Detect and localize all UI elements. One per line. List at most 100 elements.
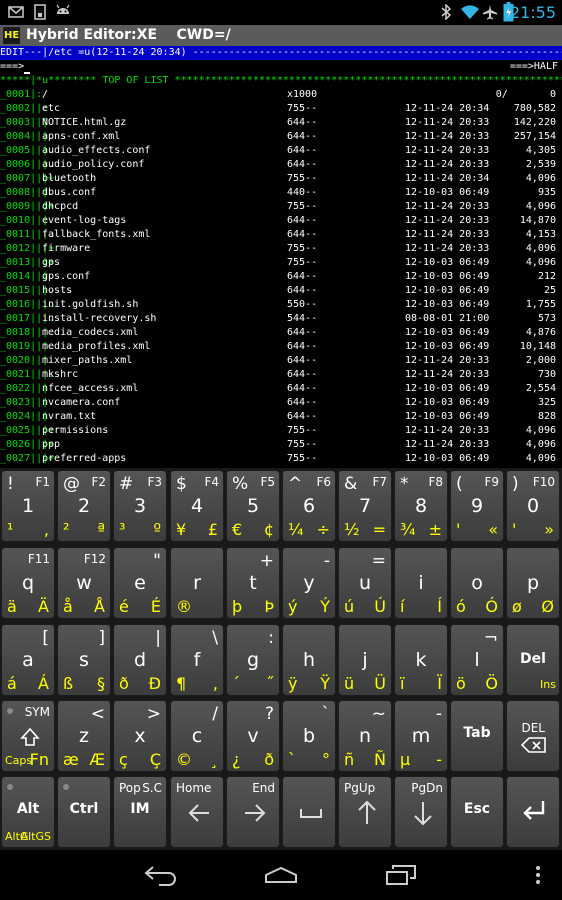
key-6[interactable]: ^ F6 6 ¼ ÷ xyxy=(282,470,336,542)
file-row[interactable]: _0006|||. audio_policy.conf 644-- 12-11-24… xyxy=(0,158,562,172)
key-m[interactable]: -mµ - xyxy=(394,700,448,772)
space-key[interactable] xyxy=(282,776,336,848)
alt-key[interactable]: Alt AltG AltGS xyxy=(1,776,55,848)
enter-key[interactable] xyxy=(506,776,560,848)
key-7[interactable]: & F7 7 ½ = xyxy=(338,470,392,542)
file-row[interactable]: _0012|||+ firmware 755-- 12-11-24 20:33 4,0… xyxy=(0,242,562,256)
file-row[interactable]: _0023|||. nvcamera.conf 644-- 12-10-03 06:… xyxy=(0,396,562,410)
right-arrow-key[interactable]: End xyxy=(226,776,280,848)
esc-key[interactable]: Esc xyxy=(450,776,504,848)
key-i[interactable]: ií Í xyxy=(394,547,448,619)
file-date: 12-10-03 06:49 xyxy=(405,271,490,282)
file-row[interactable]: _0022|||. nfcee_access.xml 644-- 12-10-03 … xyxy=(0,382,562,396)
down-arrow-key[interactable]: PgDn xyxy=(394,776,448,848)
file-row[interactable]: _0016|||. init.goldfish.sh 550-- 12-10-03 … xyxy=(0,298,562,312)
file-row[interactable]: _0026|||+ ppp 755-- 12-11-24 20:33 4,096 xyxy=(0,438,562,452)
file-name: hosts xyxy=(36,285,73,296)
file-row[interactable]: _0018|||. media_codecs.xml 644-- 12-10-03 … xyxy=(0,326,562,340)
file-row[interactable]: _0002||: etc 755-- 12-11-24 20:34 780,582 xyxy=(0,102,562,116)
left-arrow-key[interactable]: Home xyxy=(170,776,224,848)
file-row[interactable]: _0010|||. event-log-tags 644-- 12-11-24 20… xyxy=(0,214,562,228)
key-main-label: 5 xyxy=(246,495,260,517)
key-f[interactable]: \ f ¶, xyxy=(170,624,224,696)
file-row[interactable]: _0017|||. install-recovery.sh 544-- 08-08-… xyxy=(0,312,562,326)
key-9[interactable]: (F9 9 ' « xyxy=(450,470,504,542)
file-row[interactable]: _0020|||. mixer_paths.xml 644-- 12-11-24 2… xyxy=(0,354,562,368)
key-l[interactable]: ¬ l ö Ö xyxy=(450,624,504,696)
key-s[interactable]: ] s ß § xyxy=(57,624,111,696)
key-main-label: v xyxy=(247,725,259,747)
file-row[interactable]: _0004|||. apns-conf.xml 644-- 12-11-24 20:… xyxy=(0,130,562,144)
file-row[interactable]: _0019|||. media_profiles.xml 644-- 12-10-0… xyxy=(0,340,562,354)
im-key[interactable]: Pop S.C IM xyxy=(113,776,167,848)
scroll-amount[interactable]: ===>HALF xyxy=(510,60,558,74)
key-5[interactable]: % F5 5 € ¢ xyxy=(226,470,280,542)
file-row[interactable]: _0014|||. gps.conf 644-- 12-10-03 06:49 212 xyxy=(0,270,562,284)
file-row[interactable]: _0025|||+ permissions 755-- 12-11-24 20:33… xyxy=(0,424,562,438)
key-altshift-label: Æ xyxy=(89,750,105,769)
key-e[interactable]: " e é É xyxy=(113,547,167,619)
file-row[interactable]: _0021|||. mkshrc 644-- 12-11-24 20:33 730 xyxy=(0,368,562,382)
file-row[interactable]: _0015|||. hosts 644-- 12-10-03 06:49 25 xyxy=(0,284,562,298)
key-x[interactable]: > x ç Ç xyxy=(113,700,167,772)
file-row[interactable]: _0011|||. fallback_fonts.xml 644-- 12-11-2… xyxy=(0,228,562,242)
key-q[interactable]: F11 q ä Ä xyxy=(1,547,55,619)
key-1[interactable]: ! F1 1 ¹, xyxy=(1,470,55,542)
key-o[interactable]: oóÓ xyxy=(450,547,504,619)
file-date: 12-10-03 06:49 xyxy=(405,299,490,310)
key-8[interactable]: * F8 8 ¾ ± xyxy=(394,470,448,542)
key-t[interactable]: + t þ Þ xyxy=(226,547,280,619)
file-row[interactable]: _0013|||+ gps 755-- 12-10-03 06:49 4,096 xyxy=(0,256,562,270)
backspace-key[interactable]: DEL xyxy=(506,700,560,772)
file-row[interactable]: _0003|||. NOTICE.html.gz 644-- 12-11-24 20… xyxy=(0,116,562,130)
file-permissions: 755-- xyxy=(287,439,318,450)
recent-apps-icon[interactable] xyxy=(385,864,417,886)
file-row[interactable]: _0008|||. dbus.conf 440-- 12-10-03 06:49 93… xyxy=(0,186,562,200)
delete-key[interactable]: Del Ins xyxy=(506,624,560,696)
key-k[interactable]: kï Ï xyxy=(394,624,448,696)
key-3[interactable]: # F3 3 ³ º xyxy=(113,470,167,542)
back-icon[interactable] xyxy=(143,864,179,886)
home-icon[interactable] xyxy=(264,866,298,884)
editor-screen[interactable]: EDIT---|/etc =u(12-11-24 20:34) --------… xyxy=(0,46,562,467)
file-row[interactable]: _0024|||. nvram.txt 644-- 12-10-03 06:49 82… xyxy=(0,410,562,424)
key-u[interactable]: = u ú Ú xyxy=(338,547,392,619)
top-of-list-marker: *****|*u******** TOP OF LIST ***********… xyxy=(0,75,562,86)
key-y[interactable]: -yý Ý xyxy=(282,547,336,619)
key-g[interactable]: : g ´ ˝ xyxy=(226,624,280,696)
key-b[interactable]: ` b ` ° xyxy=(282,700,336,772)
file-name: ppp xyxy=(36,439,61,450)
key-shift-label: $ xyxy=(176,474,187,494)
key-v[interactable]: ? v ¿ ð xyxy=(226,700,280,772)
key-n[interactable]: ~ n ñ Ñ xyxy=(338,700,392,772)
ctrl-key[interactable]: Ctrl xyxy=(57,776,111,848)
overflow-menu-icon[interactable] xyxy=(535,865,541,885)
key-0[interactable]: ) F10 0 ' » xyxy=(506,470,560,542)
up-arrow-key[interactable]: PgUp xyxy=(338,776,392,848)
key-4[interactable]: $ F4 4 ¥ £ xyxy=(170,470,224,542)
key-alt-label: ¿ xyxy=(232,750,241,769)
file-date: 12-10-03 06:49 xyxy=(405,327,490,338)
key-a[interactable]: [a á Á xyxy=(1,624,55,696)
file-permissions: 644-- xyxy=(287,285,318,296)
key-2[interactable]: @ F2 2 ² ª xyxy=(57,470,111,542)
command-line[interactable]: ===> xyxy=(0,60,562,74)
shift-key[interactable]: SYM Caps Fn xyxy=(1,700,55,772)
key-p[interactable]: pøØ xyxy=(506,547,560,619)
file-row[interactable]: _0001|: / x1000 0/ 0 xyxy=(0,88,562,102)
file-row[interactable]: _0009|||+ dhcpcd 755-- 12-11-24 20:33 4,096 xyxy=(0,200,562,214)
file-size: 257,154 xyxy=(513,131,556,142)
key-c[interactable]: / c © ¸ xyxy=(170,700,224,772)
file-permissions: 644-- xyxy=(287,215,318,226)
file-row[interactable]: _0005|||. audio_effects.conf 644-- 12-11-2… xyxy=(0,144,562,158)
key-j[interactable]: jüÜ xyxy=(338,624,392,696)
title-bar: HE Hybrid Editor:XE CWD=/ xyxy=(0,25,562,46)
tab-key[interactable]: Tab xyxy=(450,700,504,772)
key-w[interactable]: F12 w å Å xyxy=(57,547,111,619)
key-h[interactable]: hÿ Ÿ xyxy=(282,624,336,696)
key-z[interactable]: < z æ Æ xyxy=(57,700,111,772)
key-r[interactable]: r ® xyxy=(170,547,224,619)
key-d[interactable]: | d ð Ð xyxy=(113,624,167,696)
file-row[interactable]: _0027|||+ preferred-apps 755-- 12-10-03 06… xyxy=(0,452,562,466)
file-row[interactable]: _0007|||+ bluetooth 755-- 12-11-24 20:34 4,… xyxy=(0,172,562,186)
